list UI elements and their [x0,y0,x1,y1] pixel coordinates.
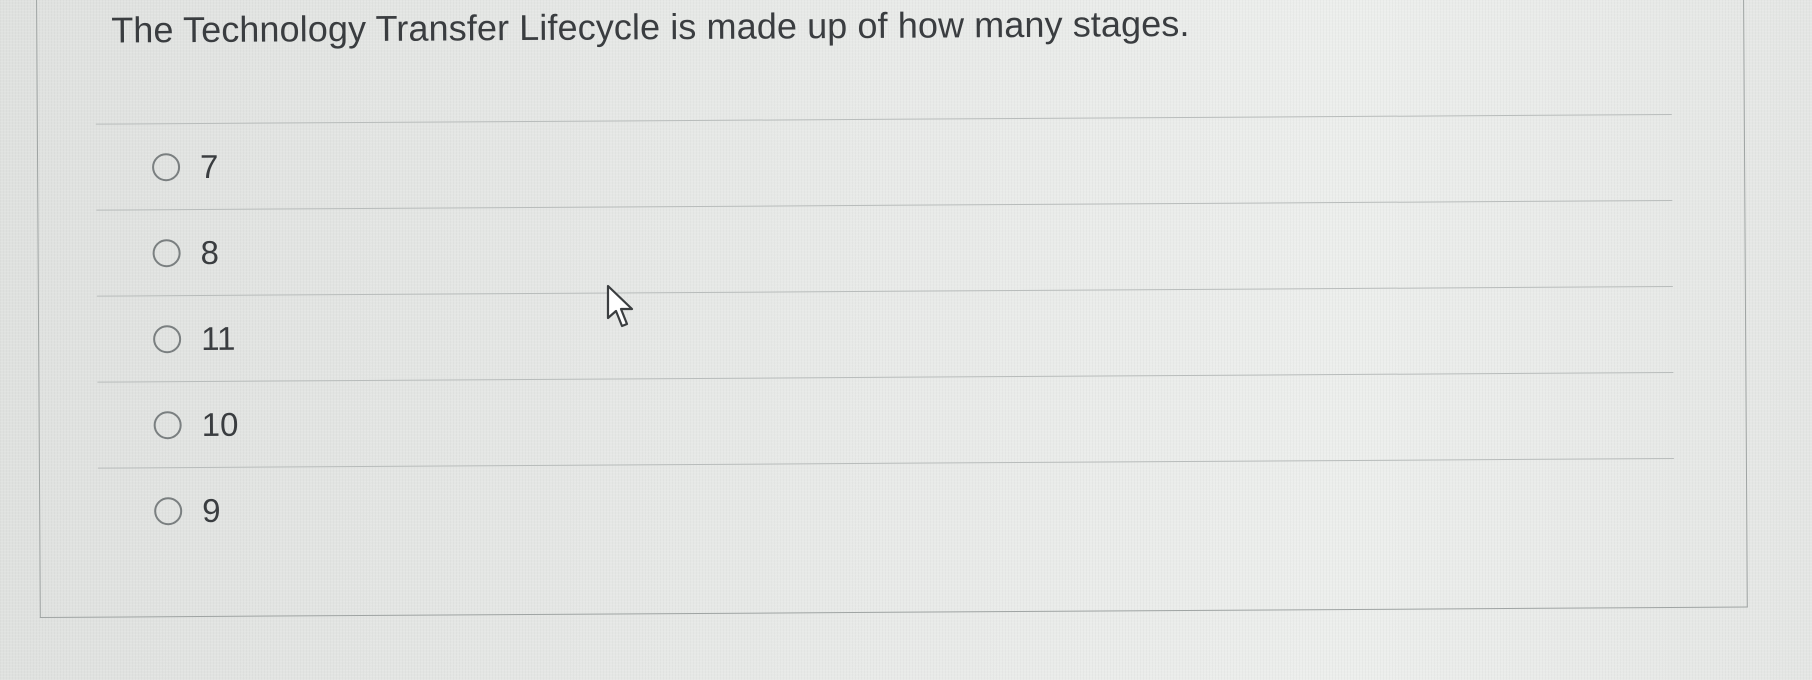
question-text: The Technology Transfer Lifecycle is mad… [111,2,1190,51]
answer-option-10[interactable]: 10 [97,373,1674,469]
answer-option-11[interactable]: 11 [96,287,1674,383]
answer-option-label: 10 [201,405,239,443]
radio-button[interactable] [153,410,182,439]
answer-option-label: 9 [202,491,221,529]
answer-option-label: 11 [201,319,236,357]
answer-option-9[interactable]: 9 [98,459,1674,555]
radio-button[interactable] [152,238,181,267]
radio-button[interactable] [153,324,182,353]
question-card: The Technology Transfer Lifecycle is mad… [36,0,1748,618]
answer-options: 7 8 11 10 9 [95,114,1675,555]
arrow-pointer-icon [606,284,634,328]
answer-option-8[interactable]: 8 [96,201,1673,297]
radio-button[interactable] [151,152,181,181]
radio-button[interactable] [154,497,183,526]
answer-option-label: 8 [200,233,220,271]
answer-option-7[interactable]: 7 [95,115,1673,211]
answer-option-label: 7 [199,147,219,185]
